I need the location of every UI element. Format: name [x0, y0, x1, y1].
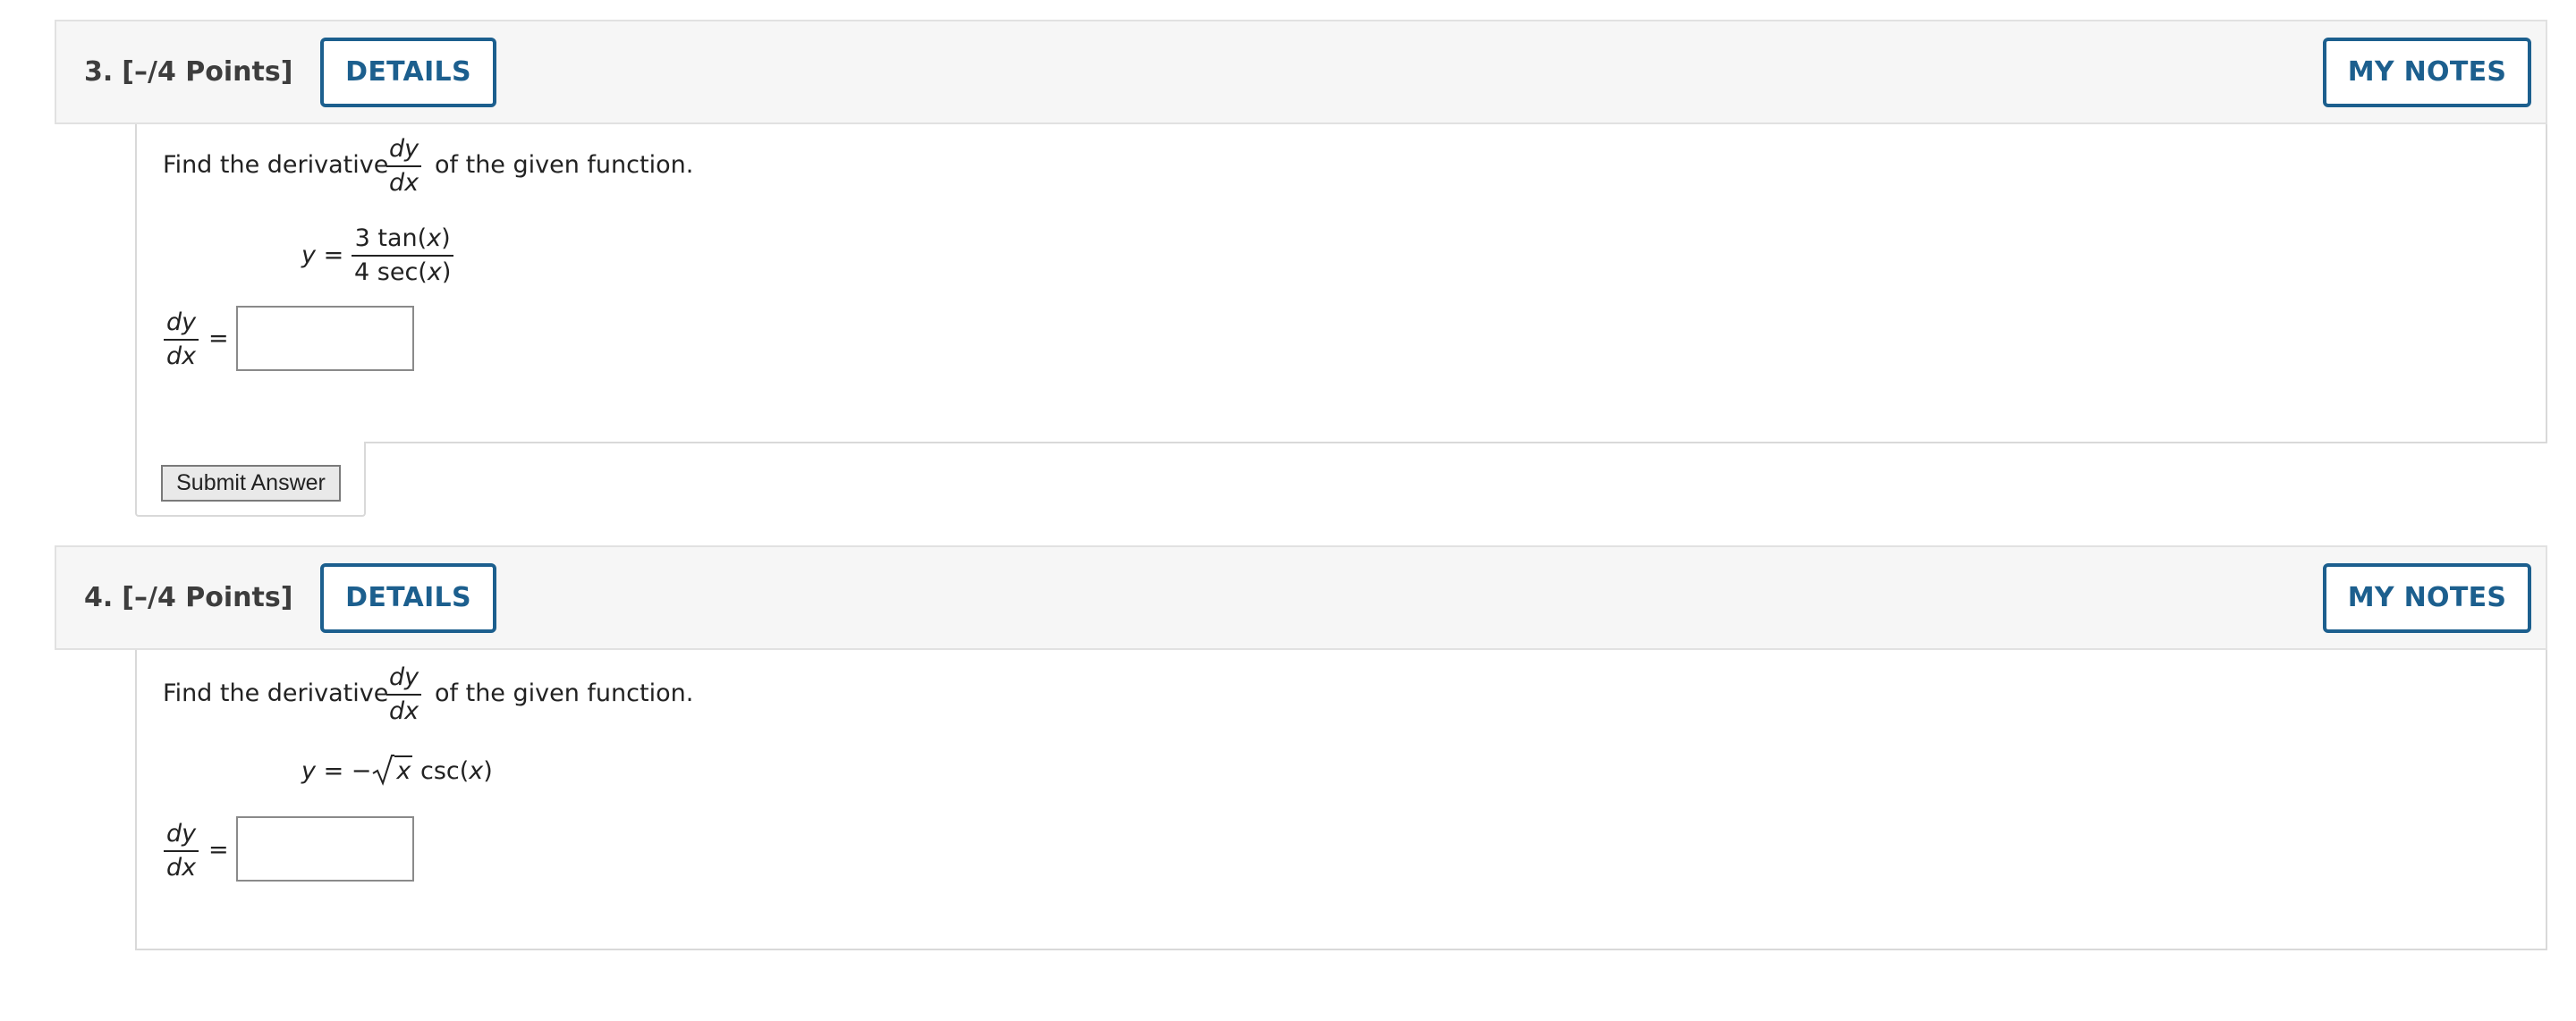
fraction-denominator: dx	[389, 169, 419, 197]
denominator-close: )	[441, 258, 452, 286]
tail-var: x	[469, 757, 484, 785]
y-variable: y	[301, 757, 316, 785]
function-expression: y = − x csc(x)	[301, 754, 493, 786]
submit-area: Submit Answer	[135, 442, 366, 517]
submit-answer-button[interactable]: Submit Answer	[161, 465, 341, 502]
numerator-close: )	[441, 224, 451, 252]
prompt-text-end: of the given function.	[435, 151, 694, 179]
prompt-text-start: Find the derivative	[163, 151, 389, 179]
radicand: x	[394, 755, 413, 785]
assignment-page: 3. [–/4 Points] DETAILS MY NOTES Find the…	[0, 0, 2576, 1021]
numerator-text: 3 tan(	[354, 224, 428, 252]
y-variable: y	[301, 241, 316, 269]
question-3-header: 3. [–/4 Points] DETAILS MY NOTES	[55, 20, 2547, 124]
fraction-numerator: dy	[389, 663, 419, 691]
function-tail: csc(	[419, 757, 470, 785]
details-button[interactable]: DETAILS	[320, 563, 496, 633]
denominator-var: x	[427, 258, 442, 286]
function-numerator: 3 tan(x)	[352, 223, 453, 255]
tail-close: )	[483, 757, 493, 785]
question-4-body: Find the derivative dy dx of the given f…	[135, 650, 2547, 950]
question-number: 4.	[84, 582, 114, 613]
question-points: [–/4 Points]	[122, 56, 293, 88]
answer-input[interactable]	[236, 306, 414, 371]
fraction-denominator: dx	[166, 854, 197, 882]
my-notes-button[interactable]: MY NOTES	[2323, 38, 2531, 107]
equals-sign: =	[208, 836, 229, 864]
question-number: 3.	[84, 56, 114, 88]
fraction-denominator: dx	[166, 342, 197, 370]
question-3-title: 3. [–/4 Points]	[84, 21, 292, 122]
question-points: [–/4 Points]	[122, 582, 293, 613]
function-lhs-rest: = −	[315, 757, 372, 785]
answer-input[interactable]	[236, 816, 414, 882]
function-lhs: y =	[301, 241, 344, 269]
sqrt-symbol	[372, 755, 395, 786]
equals-sign: =	[208, 325, 229, 352]
derivative-fraction: dy dx	[386, 133, 422, 199]
derivative-fraction: dy dx	[386, 662, 422, 728]
prompt-text-start: Find the derivative	[163, 679, 389, 707]
my-notes-button[interactable]: MY NOTES	[2323, 563, 2531, 633]
function-fraction: 3 tan(x) 4 sec(x)	[352, 223, 454, 289]
question-4-title: 4. [–/4 Points]	[84, 547, 292, 648]
question-3-body: Find the derivative dy dx of the given f…	[135, 124, 2547, 443]
numerator-var: x	[427, 224, 442, 252]
answer-lhs-fraction: dy dx	[164, 818, 199, 884]
sqrt-expression: x	[371, 754, 413, 786]
fraction-numerator: dy	[166, 820, 197, 848]
denominator-text: 4 sec(	[354, 258, 428, 286]
fraction-denominator: dx	[389, 697, 419, 725]
prompt-text-end: of the given function.	[435, 679, 694, 707]
details-button[interactable]: DETAILS	[320, 38, 496, 107]
question-4-header: 4. [–/4 Points] DETAILS MY NOTES	[55, 545, 2547, 650]
fraction-numerator: dy	[389, 135, 419, 163]
function-denominator: 4 sec(x)	[352, 257, 453, 289]
answer-lhs-fraction: dy dx	[164, 307, 199, 373]
fraction-numerator: dy	[166, 308, 197, 336]
